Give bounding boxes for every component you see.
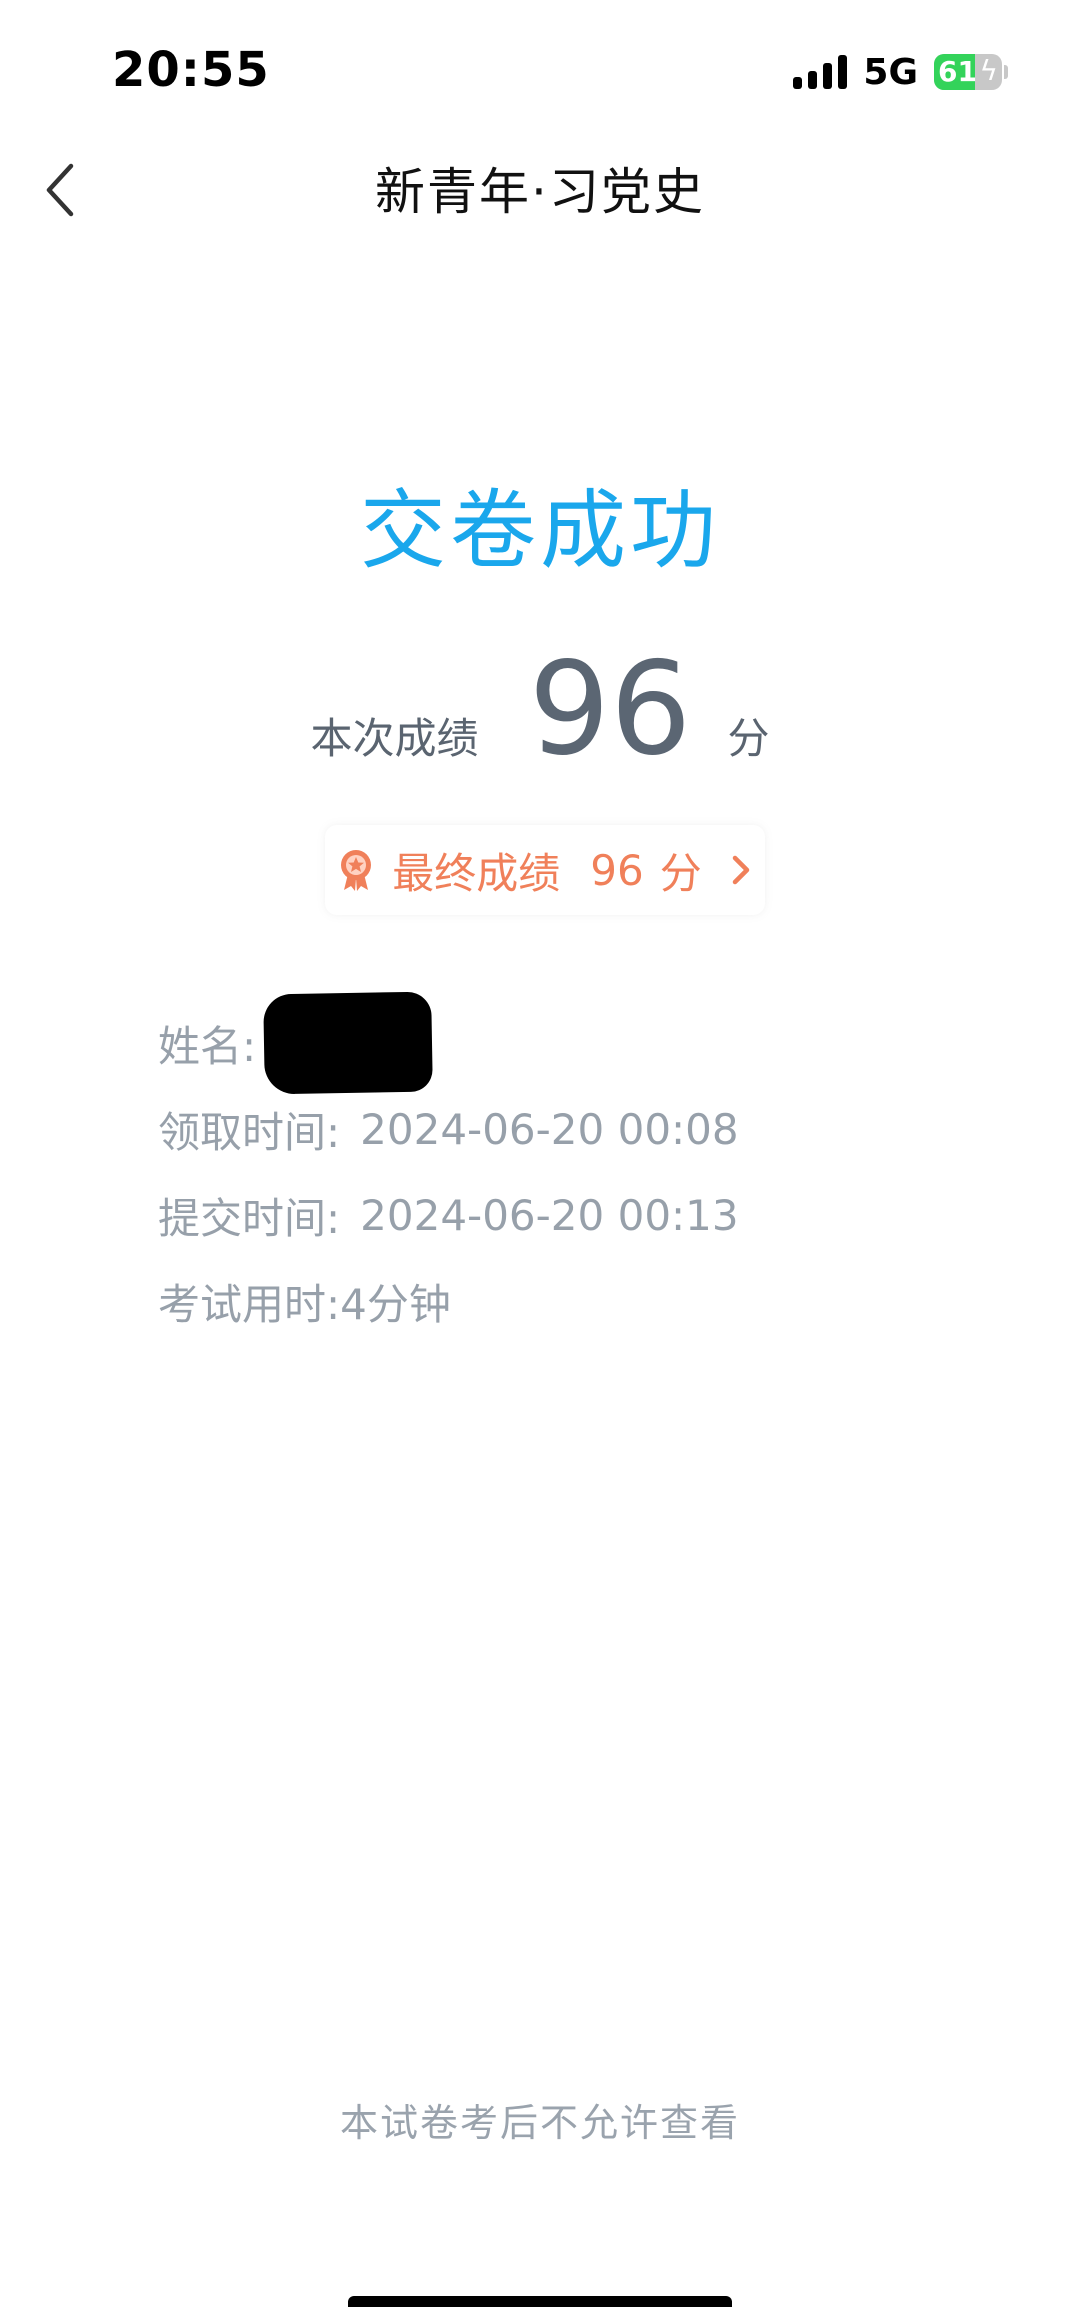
signal-icon bbox=[793, 55, 848, 89]
name-label: 姓名: bbox=[158, 1021, 257, 1071]
final-score-button[interactable]: 最终成绩 96 分 bbox=[325, 825, 765, 915]
network-type: 5G bbox=[863, 51, 918, 93]
info-row-receive-time: 领取时间: 2024-06-20 00:08 bbox=[158, 1086, 958, 1172]
footer-note: 本试卷考后不允许查看 bbox=[339, 2101, 740, 2145]
score-unit: 分 bbox=[727, 714, 770, 763]
duration-label: 考试用时: bbox=[158, 1279, 341, 1329]
status-bar: 20:55 5G 61 ϟ bbox=[0, 0, 1080, 140]
status-time: 20:55 bbox=[112, 42, 270, 98]
final-score-value: 96 bbox=[590, 845, 644, 895]
duration-value: 4分钟 bbox=[340, 1279, 451, 1329]
exam-info: 姓名: 领取时间: 2024-06-20 00:08 提交时间: 2024-06… bbox=[158, 991, 958, 1344]
final-score-unit: 分 bbox=[659, 848, 702, 898]
score-label: 本次成绩 bbox=[310, 714, 479, 763]
chevron-right-icon bbox=[732, 855, 749, 885]
score-value: 96 bbox=[528, 635, 692, 784]
submit-time-label: 提交时间: bbox=[158, 1193, 341, 1243]
nav-bar: 新青年·习党史 bbox=[0, 140, 1080, 240]
receive-time-label: 领取时间: bbox=[158, 1107, 341, 1157]
info-row-name: 姓名: bbox=[158, 991, 958, 1095]
submit-time-value: 2024-06-20 00:13 bbox=[360, 1190, 739, 1240]
submit-success-title: 交卷成功 bbox=[360, 481, 720, 581]
current-score: 本次成绩 96 分 bbox=[0, 640, 1080, 780]
info-row-duration: 考试用时: 4分钟 bbox=[158, 1258, 958, 1344]
home-indicator[interactable] bbox=[348, 2296, 732, 2307]
status-indicators: 5G 61 ϟ bbox=[793, 50, 1008, 94]
battery-icon: 61 ϟ bbox=[934, 54, 1002, 90]
charging-bolt-icon: ϟ bbox=[979, 54, 998, 87]
receive-time-value: 2024-06-20 00:08 bbox=[360, 1104, 739, 1154]
exam-result-screen: 20:55 5G 61 ϟ 新青年·习党史 交卷成功 本次成绩 96 分 最终成… bbox=[0, 0, 1080, 2307]
page-title: 新青年·习党史 bbox=[375, 163, 705, 221]
info-row-submit-time: 提交时间: 2024-06-20 00:13 bbox=[158, 1172, 958, 1258]
redacted-name bbox=[263, 991, 434, 1095]
final-score-label: 最终成绩 bbox=[392, 848, 561, 898]
medal-icon bbox=[341, 850, 372, 891]
battery-tip bbox=[1004, 65, 1008, 79]
battery-level: 61 bbox=[938, 55, 977, 88]
